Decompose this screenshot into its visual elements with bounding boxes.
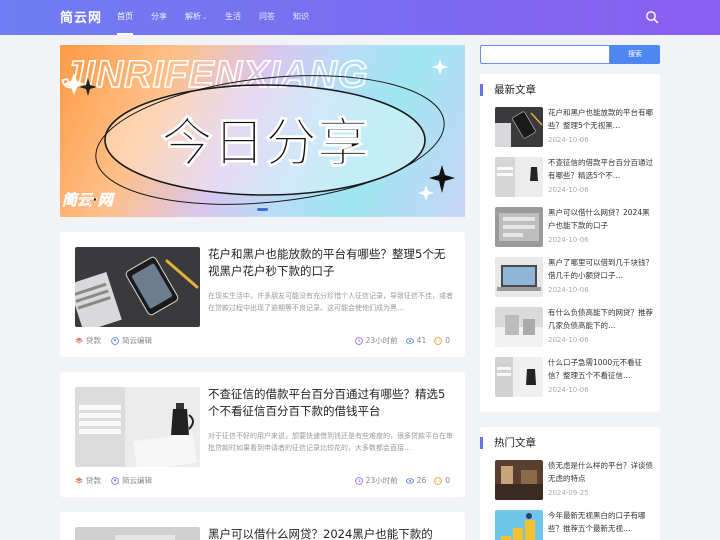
author-link[interactable]: 简云编辑 xyxy=(111,475,152,486)
list-item-thumbnail[interactable] xyxy=(495,257,543,297)
clock-icon xyxy=(354,336,363,345)
list-item-date: 2024-10-06 xyxy=(548,136,589,144)
list-item-title[interactable]: 今年最新无视黑白的口子有哪些？推荐五个最新无视… xyxy=(548,510,653,535)
list-item-title[interactable]: 什么口子急需1000元不看征信？整理五个不看征信… xyxy=(548,357,653,382)
search-input[interactable] xyxy=(480,45,610,64)
list-item-thumbnail[interactable] xyxy=(495,107,543,147)
list-item-thumbnail[interactable] xyxy=(495,157,543,197)
list-item[interactable]: 不查征信的借款平台百分百通过有哪些？精选5个不… 2024-10-06 xyxy=(495,157,655,199)
hot-articles-widget: 热门文章 债无虑是什么样的平台？详谈债无虑的特点 2024-09-25 今年最新… xyxy=(480,427,660,540)
layers-icon xyxy=(75,337,83,344)
list-item-thumbnail[interactable] xyxy=(495,357,543,397)
top-header: 简云网 首页 分享 解析⌄ 生活 问答 知识 xyxy=(0,0,720,35)
article-title[interactable]: 黑户可以借什么网贷？2024黑户也能下款的 xyxy=(208,526,453,540)
widget-title: 最新文章 xyxy=(480,82,536,98)
article-excerpt: 在现实生活中，许多朋友可能没有充分珍惜个人征信记录，导致征信不佳，或者在贷款过程… xyxy=(208,292,453,312)
banner-artwork: JINRIFENXIANG 今日分享 简云·网 xyxy=(61,53,455,209)
list-item[interactable]: 黑户了哪里可以借到几千块钱？借几千的小额贷口子… 2024-10-06 xyxy=(495,257,655,299)
comment-count[interactable]: 0 xyxy=(434,476,450,485)
list-item-date: 2024-10-06 xyxy=(548,286,589,294)
site-logo[interactable]: 简云网 xyxy=(60,7,102,26)
article-card[interactable]: 不查征信的借款平台百分百通过有哪些？精选5个不看征信百分百下款的借钱平台 对于征… xyxy=(60,372,465,497)
list-item-thumbnail[interactable] xyxy=(495,460,543,500)
hero-banner[interactable]: JINRIFENXIANG 今日分享 简云·网 xyxy=(60,45,465,217)
widget-title: 热门文章 xyxy=(480,435,536,451)
eye-icon xyxy=(405,477,414,484)
list-item-date: 2024-09-25 xyxy=(548,489,589,497)
nav-item-share[interactable]: 分享 xyxy=(142,0,176,35)
article-meta: 贷款 简云编辑 23小时前 26 0 xyxy=(75,473,450,487)
search-button[interactable]: 搜索 xyxy=(610,45,660,64)
search-icon[interactable] xyxy=(645,10,659,24)
banner-brand: 简云·网 xyxy=(62,191,116,209)
nav-item-home[interactable]: 首页 xyxy=(108,0,142,35)
user-icon xyxy=(111,476,119,485)
nav-item-analysis[interactable]: 解析⌄ xyxy=(176,0,216,35)
carousel-dot[interactable] xyxy=(257,208,268,211)
list-item-title[interactable]: 花户和黑户也能放款的平台有哪些？整理5个无视黑… xyxy=(548,107,653,132)
list-item-thumbnail[interactable] xyxy=(495,307,543,347)
comment-count[interactable]: 0 xyxy=(434,336,450,345)
list-item[interactable]: 债无虑是什么样的平台？详谈债无虑的特点 2024-09-25 xyxy=(495,460,655,502)
view-count: 26 xyxy=(405,476,426,485)
category-link[interactable]: 贷款 xyxy=(75,335,101,346)
sparkle-icon xyxy=(418,185,434,201)
post-time: 23小时前 xyxy=(354,335,398,346)
nav-item-knowledge[interactable]: 知识 xyxy=(284,0,318,35)
comment-icon xyxy=(434,476,443,485)
list-item-date: 2024-10-06 xyxy=(548,336,589,344)
article-title[interactable]: 花户和黑户也能放款的平台有哪些？整理5个无视黑户花户秒下款的口子 xyxy=(208,246,453,280)
eye-icon xyxy=(405,337,414,344)
list-item[interactable]: 有什么负债高能下的网贷？推荐几家负债高能下的… 2024-10-06 xyxy=(495,307,655,349)
clock-icon xyxy=(354,476,363,485)
list-item[interactable]: 黑户可以借什么网贷？2024黑户也能下款的口子 2024-10-06 xyxy=(495,207,655,249)
article-thumbnail[interactable] xyxy=(75,247,200,327)
banner-headline: 今日分享 xyxy=(161,114,369,174)
article-excerpt: 对于征信不好的用户来说，想要快速借到钱还是有些难度的，很多贷款平台在审批贷款时如… xyxy=(208,432,453,452)
nav-item-qa[interactable]: 问答 xyxy=(250,0,284,35)
layers-icon xyxy=(75,477,83,484)
list-item-thumbnail[interactable] xyxy=(495,510,543,540)
list-item-date: 2024-10-06 xyxy=(548,386,589,394)
list-item[interactable]: 什么口子急需1000元不看征信？整理五个不看征信… 2024-10-06 xyxy=(495,357,655,399)
sidebar-search: 搜索 xyxy=(480,45,660,64)
sparkle-icon xyxy=(429,165,455,193)
article-thumbnail[interactable] xyxy=(75,387,200,467)
category-link[interactable]: 贷款 xyxy=(75,475,101,486)
list-item-title[interactable]: 黑户可以借什么网贷？2024黑户也能下款的口子 xyxy=(548,207,653,232)
list-item-title[interactable]: 黑户了哪里可以借到几千块钱？借几千的小额贷口子… xyxy=(548,257,653,282)
article-thumbnail[interactable] xyxy=(75,527,200,540)
article-meta: 贷款 简云编辑 23小时前 41 0 xyxy=(75,333,450,347)
post-time: 23小时前 xyxy=(354,475,398,486)
article-card[interactable]: 黑户可以借什么网贷？2024黑户也能下款的 xyxy=(60,512,465,540)
list-item-date: 2024-10-06 xyxy=(548,186,589,194)
comment-icon xyxy=(434,336,443,345)
list-item-title[interactable]: 不查征信的借款平台百分百通过有哪些？精选5个不… xyxy=(548,157,653,182)
article-title[interactable]: 不查征信的借款平台百分百通过有哪些？精选5个不看征信百分百下款的借钱平台 xyxy=(208,386,453,420)
user-icon xyxy=(111,336,119,345)
nav-item-life[interactable]: 生活 xyxy=(216,0,250,35)
list-item-title[interactable]: 债无虑是什么样的平台？详谈债无虑的特点 xyxy=(548,460,653,485)
list-item-thumbnail[interactable] xyxy=(495,207,543,247)
list-item[interactable]: 花户和黑户也能放款的平台有哪些？整理5个无视黑… 2024-10-06 xyxy=(495,107,655,149)
list-item-date: 2024-10-06 xyxy=(548,236,589,244)
view-count: 41 xyxy=(405,336,426,345)
main-nav: 首页 分享 解析⌄ 生活 问答 知识 xyxy=(108,0,318,35)
list-item[interactable]: 今年最新无视黑白的口子有哪些？推荐五个最新无视… xyxy=(495,510,655,540)
author-link[interactable]: 简云编辑 xyxy=(111,335,152,346)
list-item-title[interactable]: 有什么负债高能下的网贷？推荐几家负债高能下的… xyxy=(548,307,653,332)
article-card[interactable]: 花户和黑户也能放款的平台有哪些？整理5个无视黑户花户秒下款的口子 在现实生活中，… xyxy=(60,232,465,357)
sparkle-icon xyxy=(432,59,448,75)
chevron-down-icon: ⌄ xyxy=(202,14,208,21)
latest-articles-widget: 最新文章 花户和黑户也能放款的平台有哪些？整理5个无视黑… 2024-10-06… xyxy=(480,74,660,412)
